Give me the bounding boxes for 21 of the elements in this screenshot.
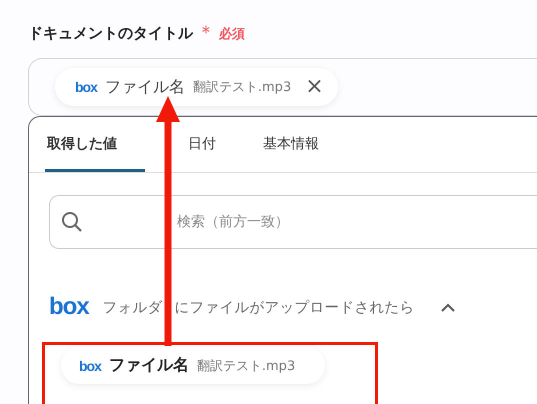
box-logo: box: [79, 358, 101, 374]
tab[interactable]: 基本情報: [263, 135, 338, 172]
value-text: 翻訳テスト.mp3: [196, 358, 296, 374]
value-chip[interactable]: box ファイル名 翻訳テスト.mp3: [61, 347, 326, 384]
search-field[interactable]: 検索（前方一致）: [49, 195, 537, 249]
tab[interactable]: 取得した値: [45, 135, 145, 172]
required-text: 必須: [219, 26, 245, 43]
chevron-icon[interactable]: [440, 302, 455, 312]
search-icon: [61, 211, 83, 233]
box-logo: box: [75, 79, 97, 95]
token-chip[interactable]: box ファイル名 翻訳テスト.mp3 ×: [55, 68, 338, 106]
title-field[interactable]: box ファイル名 翻訳テスト.mp3 ×: [28, 58, 537, 116]
token-value: 翻訳テスト.mp3: [192, 79, 292, 96]
token-name: ファイル名: [104, 76, 185, 98]
required-mark: ＊: [197, 21, 215, 44]
tab[interactable]: 日付: [188, 135, 263, 172]
section-title: フォルダにファイルがアップロードされたら: [102, 298, 415, 316]
box-logo: box: [49, 293, 89, 321]
value-name: ファイル名: [108, 355, 189, 376]
field-label: ドキュメントのタイトル: [28, 24, 193, 43]
remove-button[interactable]: ×: [299, 76, 324, 98]
